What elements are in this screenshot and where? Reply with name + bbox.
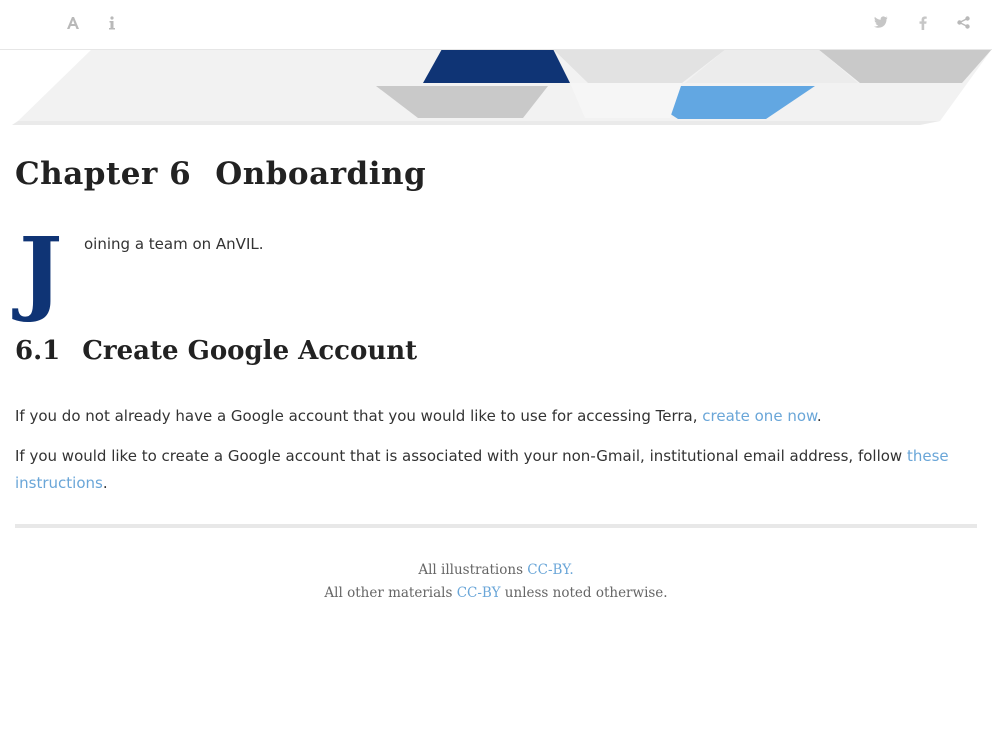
paragraph-text: If you would like to create a Google acc…: [15, 447, 907, 465]
chapter-title: Chapter 6 Onboarding: [15, 156, 426, 192]
cc-by-materials-link[interactable]: CC-BY: [457, 585, 501, 601]
intro-text: oining a team on AnVIL.: [84, 235, 264, 253]
drop-cap: J: [19, 217, 63, 325]
footer-text: unless noted otherwise.: [500, 585, 668, 601]
license-footer: All illustrations CC-BY. All other mater…: [15, 559, 977, 605]
section-number: 6.1: [15, 336, 61, 366]
banner-pale-shape: [570, 83, 682, 118]
share-icon[interactable]: [953, 14, 973, 34]
decorative-banner: [0, 49, 992, 125]
footer-text: All other materials: [324, 585, 457, 601]
chapter-name: Onboarding: [215, 156, 427, 192]
top-toolbar: [0, 0, 992, 50]
paragraph-end: .: [816, 407, 822, 425]
banner-shadow-shape: [12, 121, 940, 125]
paragraph-end: .: [102, 474, 108, 492]
chapter-number: Chapter 6: [15, 156, 192, 192]
facebook-icon[interactable]: [913, 14, 933, 34]
info-icon[interactable]: [102, 14, 122, 34]
font-settings-icon[interactable]: [63, 14, 83, 34]
banner-navy-shape: [423, 49, 570, 83]
footer-line-materials: All other materials CC-BY unless noted o…: [15, 582, 977, 605]
twitter-icon[interactable]: [871, 14, 891, 34]
footer-text: All illustrations: [418, 562, 528, 578]
section-name: Create Google Account: [82, 336, 418, 366]
paragraph-google-account: If you do not already have a Google acco…: [15, 403, 955, 430]
paragraph-text: If you do not already have a Google acco…: [15, 407, 703, 425]
paragraph-institutional-account: If you would like to create a Google acc…: [15, 443, 955, 497]
create-account-link[interactable]: create one now: [702, 407, 817, 425]
cc-by-illustrations-link[interactable]: CC-BY.: [527, 562, 573, 578]
footer-line-illustrations: All illustrations CC-BY.: [15, 559, 977, 582]
section-title: 6.1 Create Google Account: [15, 336, 417, 366]
footer-divider: [15, 524, 977, 528]
